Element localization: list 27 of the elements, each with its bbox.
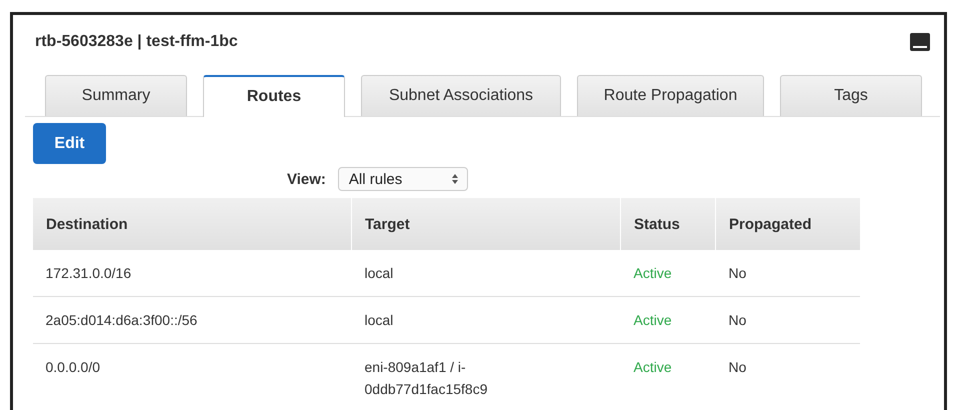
table-cell: No [716, 344, 860, 410]
view-dropdown[interactable]: All rules [338, 167, 468, 191]
table-cell: 0.0.0.0/0 [32, 344, 352, 410]
table-cell: No [716, 296, 860, 344]
table-cell: Active [620, 344, 716, 410]
table-cell: local [352, 296, 620, 344]
table-cell: 2a05:d014:d6a:3f00::/56 [32, 296, 352, 344]
tab[interactable]: Routes [203, 75, 345, 117]
column-header[interactable]: Target [352, 198, 620, 250]
panel-title: rtb-5603283e | test-ffm-1bc [35, 33, 238, 51]
tab[interactable]: Tags [780, 75, 922, 116]
table-cell: Active [620, 296, 716, 344]
minimize-icon[interactable] [910, 33, 930, 51]
table-cell: 172.31.0.0/16 [32, 250, 352, 296]
column-header[interactable]: Propagated [716, 198, 860, 250]
column-header[interactable]: Status [620, 198, 716, 250]
table-cell: eni-809a1af1 / i-0ddb77d1fac15f8c9 [352, 344, 620, 410]
table-cell: local [352, 250, 620, 296]
table-cell: No [716, 250, 860, 296]
table-cell: Active [620, 250, 716, 296]
view-label: View: [287, 170, 326, 188]
tab[interactable]: Summary [45, 75, 187, 116]
tab[interactable]: Route Propagation [577, 75, 764, 116]
tab[interactable]: Subnet Associations [361, 75, 561, 116]
edit-button[interactable]: Edit [33, 123, 106, 164]
stepper-icon [450, 173, 459, 185]
column-header[interactable]: Destination [32, 198, 352, 250]
